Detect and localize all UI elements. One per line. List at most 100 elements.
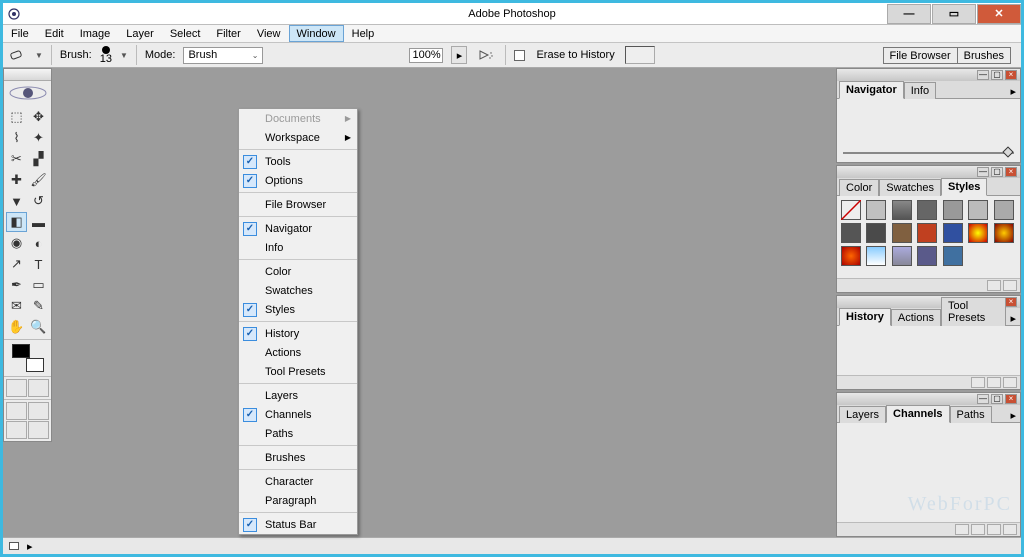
tab-layers[interactable]: Layers <box>839 406 886 423</box>
menu-item-brushes[interactable]: Brushes <box>239 448 357 467</box>
tab-styles[interactable]: Styles <box>941 178 987 196</box>
style-swatch[interactable] <box>943 200 963 220</box>
tab-info[interactable]: Info <box>904 82 936 99</box>
menu-file[interactable]: File <box>3 25 37 42</box>
panel-maximize-button[interactable]: ▢ <box>991 394 1003 404</box>
tab-swatches[interactable]: Swatches <box>879 179 941 196</box>
tool-pen[interactable]: ✒ <box>6 275 27 295</box>
new-style-button[interactable] <box>987 280 1001 291</box>
menu-item-channels[interactable]: ✓Channels <box>239 405 357 424</box>
menu-help[interactable]: Help <box>344 25 383 42</box>
panel-close-button[interactable]: × <box>1005 394 1017 404</box>
menu-item-paths[interactable]: Paths <box>239 424 357 443</box>
style-swatch[interactable] <box>892 223 912 243</box>
opacity-arrow-button[interactable]: ▸ <box>451 46 467 64</box>
menu-view[interactable]: View <box>249 25 289 42</box>
menu-item-color[interactable]: Color <box>239 262 357 281</box>
tab-color[interactable]: Color <box>839 179 879 196</box>
style-swatch[interactable] <box>917 246 937 266</box>
menu-edit[interactable]: Edit <box>37 25 72 42</box>
menu-window[interactable]: Window <box>289 25 344 42</box>
tab-actions[interactable]: Actions <box>891 309 941 326</box>
tool-type[interactable]: T <box>28 254 49 274</box>
status-arrow-icon[interactable]: ▸ <box>27 540 33 553</box>
menu-item-actions[interactable]: Actions <box>239 343 357 362</box>
tool-slice[interactable]: ▞ <box>28 149 49 169</box>
create-document-button[interactable] <box>971 377 985 388</box>
style-swatch[interactable] <box>968 223 988 243</box>
color-picker[interactable] <box>12 344 44 372</box>
panel-minimize-button[interactable]: — <box>977 167 989 177</box>
panel-minimize-button[interactable]: — <box>977 394 989 404</box>
menu-item-tools[interactable]: ✓Tools <box>239 152 357 171</box>
menu-item-character[interactable]: Character <box>239 472 357 491</box>
style-swatch[interactable] <box>866 200 886 220</box>
menu-select[interactable]: Select <box>162 25 209 42</box>
tool-notes[interactable]: ✉ <box>6 296 27 316</box>
opacity-value[interactable]: 100% <box>409 48 443 63</box>
menu-item-tool-presets[interactable]: Tool Presets <box>239 362 357 381</box>
mode-select[interactable]: Brush ⌄ <box>183 47 263 64</box>
chevron-down-icon[interactable]: ▼ <box>120 51 128 60</box>
tab-channels[interactable]: Channels <box>886 405 950 423</box>
menu-item-options[interactable]: ✓Options <box>239 171 357 190</box>
tool-eraser[interactable]: ◧ <box>6 212 27 232</box>
style-swatch[interactable] <box>917 223 937 243</box>
erase-history-checkbox[interactable] <box>514 50 525 61</box>
delete-channel-button[interactable] <box>1003 524 1017 535</box>
style-swatch[interactable] <box>943 223 963 243</box>
maximize-button[interactable]: ▭ <box>932 4 976 24</box>
menu-item-file-browser[interactable]: File Browser <box>239 195 357 214</box>
zoom-slider-thumb[interactable] <box>1002 146 1013 157</box>
panel-menu-icon[interactable]: ▸ <box>1006 409 1020 422</box>
tool-brush[interactable]: 🖌 <box>28 170 49 190</box>
style-swatch[interactable] <box>994 223 1014 243</box>
panel-close-button[interactable]: × <box>1005 297 1017 307</box>
tool-shape[interactable]: ▭ <box>28 275 49 295</box>
tool-hand[interactable]: ✋ <box>6 317 27 337</box>
tool-marquee[interactable]: ⬚ <box>6 107 27 127</box>
tool-path[interactable]: ↗ <box>6 254 27 274</box>
menu-layer[interactable]: Layer <box>118 25 162 42</box>
new-snapshot-button[interactable] <box>987 377 1001 388</box>
tool-crop[interactable]: ✂ <box>6 149 27 169</box>
screen-full-menus[interactable] <box>28 402 49 420</box>
tool-wand[interactable]: ✦ <box>28 128 49 148</box>
menu-item-layers[interactable]: Layers <box>239 386 357 405</box>
style-swatch[interactable] <box>968 200 988 220</box>
tool-blur[interactable]: ◉ <box>6 233 27 253</box>
panel-maximize-button[interactable]: ▢ <box>991 70 1003 80</box>
menu-item-paragraph[interactable]: Paragraph <box>239 491 357 510</box>
style-swatch[interactable] <box>866 223 886 243</box>
panel-menu-icon[interactable]: ▸ <box>1006 312 1020 325</box>
tool-heal[interactable]: ✚ <box>6 170 27 190</box>
tool-stamp[interactable]: ▼ <box>6 191 27 211</box>
panel-close-button[interactable]: × <box>1005 167 1017 177</box>
tool-gradient[interactable]: ▬ <box>28 212 49 232</box>
tab-brushes[interactable]: Brushes <box>958 47 1011 64</box>
brush-preset-picker[interactable]: 13 <box>100 46 112 64</box>
style-swatch[interactable] <box>994 200 1014 220</box>
tool-lasso[interactable]: ⌇ <box>6 128 27 148</box>
panel-close-button[interactable]: × <box>1005 70 1017 80</box>
tab-paths[interactable]: Paths <box>950 406 992 423</box>
panel-minimize-button[interactable]: — <box>977 70 989 80</box>
new-channel-button[interactable] <box>987 524 1001 535</box>
load-selection-button[interactable] <box>955 524 969 535</box>
style-swatch[interactable] <box>866 246 886 266</box>
menu-item-info[interactable]: Info <box>239 238 357 257</box>
style-none[interactable] <box>841 200 861 220</box>
screen-full[interactable] <box>6 421 27 439</box>
style-swatch[interactable] <box>892 246 912 266</box>
tool-eyedropper[interactable]: ✎ <box>28 296 49 316</box>
style-swatch[interactable] <box>892 200 912 220</box>
background-color-swatch[interactable] <box>26 358 44 372</box>
tab-file-browser[interactable]: File Browser <box>883 47 958 64</box>
toolbox-header[interactable] <box>4 69 51 81</box>
menu-item-workspace[interactable]: Workspace▶ <box>239 128 357 147</box>
jump-imageready[interactable] <box>28 421 49 439</box>
tool-zoom[interactable]: 🔍 <box>28 317 49 337</box>
delete-style-button[interactable] <box>1003 280 1017 291</box>
chevron-down-icon[interactable]: ▼ <box>35 51 43 60</box>
foreground-color-swatch[interactable] <box>12 344 30 358</box>
